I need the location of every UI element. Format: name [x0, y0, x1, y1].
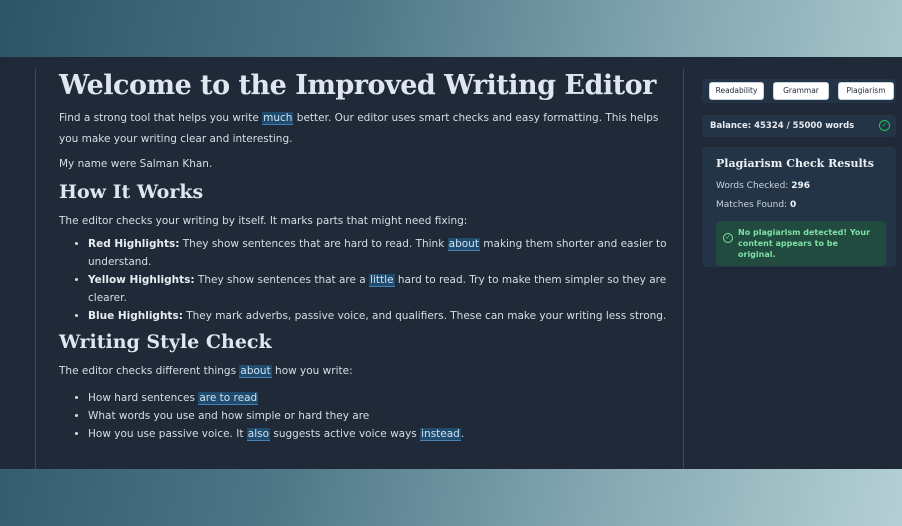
balance-text: Balance: 45324 / 55000 words — [710, 121, 855, 131]
style-text-rest: how you write: — [271, 365, 353, 377]
matches-found-row: Matches Found: 0 — [716, 196, 886, 215]
blue-text: They mark adverbs, passive voice, and qu… — [182, 310, 667, 322]
editor-left-border — [35, 69, 36, 469]
success-text: No plagiarism detected! Your content app… — [738, 228, 871, 259]
adverb-highlight[interactable]: about — [447, 238, 480, 251]
style-text: The editor checks different things — [59, 365, 240, 377]
side-panel: Readability Grammar Plagiarism Balance: … — [702, 79, 896, 267]
readability-button[interactable]: Readability — [709, 82, 764, 100]
check-toolbar: Readability Grammar Plagiarism — [702, 79, 896, 103]
page-title: Welcome to the Improved Writing Editor — [59, 70, 656, 101]
list-item: Yellow Highlights: They show sentences t… — [88, 271, 669, 307]
name-paragraph: My name were Salman Khan. — [59, 158, 213, 170]
list-item-partial — [88, 443, 669, 447]
yellow-label: Yellow Highlights: — [88, 274, 195, 286]
panel-divider — [683, 69, 684, 469]
how-it-works-heading: How It Works — [59, 181, 204, 203]
words-checked-label: Words Checked: — [716, 181, 789, 191]
intro-text: Find a strong tool that helps you write — [59, 112, 263, 124]
blue-label: Blue Highlights: — [88, 310, 183, 322]
adverb-highlight[interactable]: also — [246, 428, 271, 441]
balance-bar: Balance: 45324 / 55000 words ✓ — [702, 115, 896, 137]
list-item: Blue Highlights: They mark adverbs, pass… — [88, 307, 669, 325]
plagiarism-results: Plagiarism Check Results Words Checked: … — [702, 147, 896, 267]
list-item: Red Highlights: They show sentences that… — [88, 235, 669, 271]
intro-paragraph: Find a strong tool that helps you write … — [59, 108, 669, 150]
style-paragraph: The editor checks different things about… — [59, 361, 669, 382]
words-checked-row: Words Checked: 296 — [716, 177, 886, 196]
matches-found-value: 0 — [789, 200, 797, 210]
editor-content[interactable]: Welcome to the Improved Writing Editor F… — [59, 57, 669, 447]
success-message: ✓ No plagiarism detected! Your content a… — [716, 221, 886, 266]
yellow-text: They show sentences that are a — [194, 274, 370, 286]
red-label: Red Highlights: — [88, 238, 180, 250]
editor-app: Welcome to the Improved Writing Editor F… — [0, 57, 902, 469]
qualifier-highlight[interactable]: little — [369, 274, 395, 287]
adverb-highlight[interactable]: instead — [420, 428, 461, 441]
check-circle-icon: ✓ — [723, 233, 733, 243]
list-item: How you use passive voice. It also sugge… — [88, 425, 669, 443]
passive-highlight[interactable]: are to read — [198, 392, 259, 405]
item-text: How you use passive voice. It — [88, 428, 247, 440]
matches-found-label: Matches Found: — [716, 200, 788, 210]
list-item: How hard sentences are to read — [88, 389, 669, 407]
adverb-highlight[interactable]: much — [262, 112, 294, 125]
adverb-highlight[interactable]: about — [239, 365, 272, 378]
item-text-end: . — [460, 428, 465, 440]
plagiarism-button[interactable]: Plagiarism — [838, 82, 894, 100]
how-paragraph: The editor checks your writing by itself… — [59, 215, 468, 227]
grammar-button[interactable]: Grammar — [773, 82, 829, 100]
words-checked-value: 296 — [791, 181, 811, 191]
writing-style-heading: Writing Style Check — [59, 331, 272, 353]
list-item: What words you use and how simple or har… — [88, 407, 669, 425]
style-list: How hard sentences are to read What word… — [59, 389, 669, 447]
item-text: How hard sentences — [88, 392, 199, 404]
results-title: Plagiarism Check Results — [716, 157, 874, 170]
red-text: They show sentences that are hard to rea… — [179, 238, 448, 250]
check-circle-icon: ✓ — [879, 120, 890, 131]
highlight-list: Red Highlights: They show sentences that… — [59, 235, 669, 325]
item-text-mid: suggests active voice ways — [270, 428, 421, 440]
